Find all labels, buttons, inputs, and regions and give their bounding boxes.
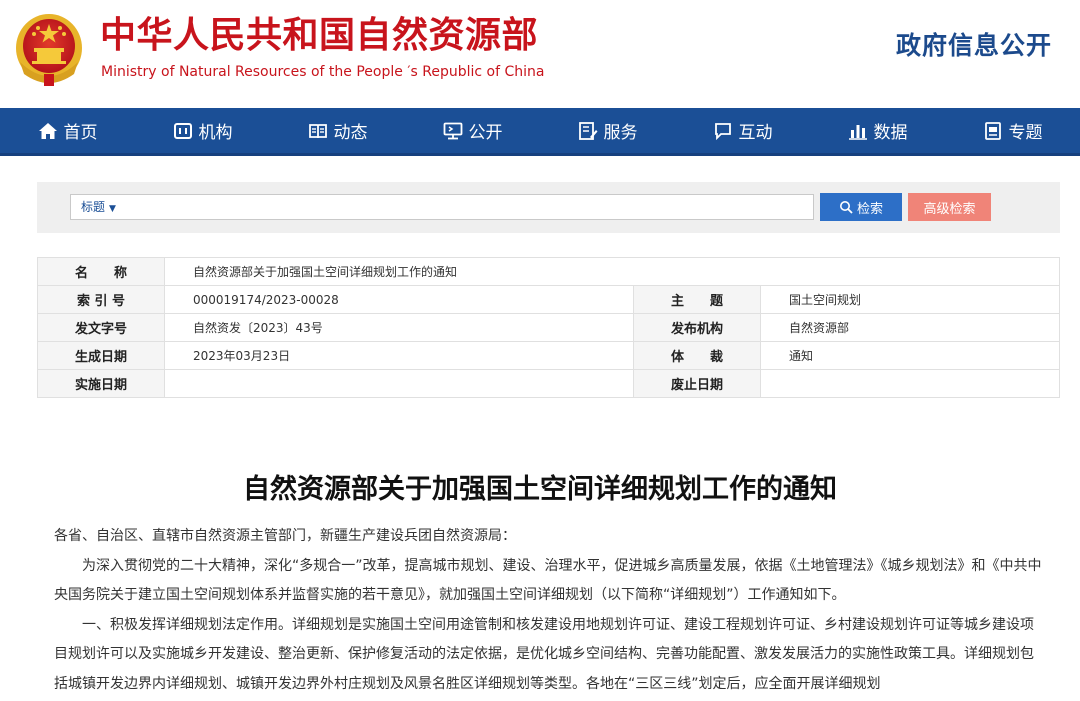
effective-value [164, 369, 634, 398]
nav-label: 服务 [603, 123, 638, 143]
index-label: 索 引 号 [37, 285, 165, 314]
search-button-label: 检索 [856, 201, 883, 217]
date-label: 生成日期 [37, 341, 165, 370]
nav-item-services[interactable]: 服务 [540, 108, 675, 153]
issuer-value: 自然资源部 [760, 313, 1060, 342]
topic-value: 国土空间规划 [760, 285, 1060, 314]
doc-no-label: 发文字号 [37, 313, 165, 342]
bar-chart-icon [848, 124, 867, 140]
nav-label: 首页 [63, 123, 98, 143]
search-box: 标题 ▼ [70, 194, 814, 220]
site-title-en: Ministry of Natural Resources of the Peo… [101, 64, 545, 80]
table-row: 实施日期 废止日期 [37, 369, 1060, 398]
search-button[interactable]: 检索 [820, 193, 902, 221]
edit-icon [578, 121, 597, 140]
search-icon [839, 201, 853, 214]
article-body: 各省、自治区、直辖市自然资源主管部门，新疆生产建设兵团自然资源局： 为深入贯彻党… [54, 522, 1044, 699]
article-salutation: 各省、自治区、直辖市自然资源主管部门，新疆生产建设兵团自然资源局： [54, 528, 516, 544]
nav-label: 专题 [1008, 123, 1043, 143]
index-value: 000019174/2023-00028 [164, 285, 634, 314]
nav-item-organization[interactable]: 机构 [135, 108, 270, 153]
nav-item-disclosure[interactable]: 公开 [405, 108, 540, 153]
gov-info-title[interactable]: 政府信息公开 [896, 26, 1052, 62]
name-value: 自然资源部关于加强国土空间详细规划工作的通知 [164, 257, 1060, 286]
nav-item-news[interactable]: 动态 [270, 108, 405, 153]
advanced-search-button[interactable]: 高级检索 [908, 193, 991, 221]
name-label: 名 称 [37, 257, 165, 286]
book-icon [308, 123, 327, 138]
site-title-cn: 中华人民共和国自然资源部 [100, 15, 539, 56]
issuer-label: 发布机构 [633, 313, 761, 342]
nav-item-interaction[interactable]: 互动 [675, 108, 810, 153]
repeal-label: 废止日期 [633, 369, 761, 398]
search-bar: 标题 ▼ 检索 高级检索 [37, 182, 1060, 233]
repeal-value [760, 369, 1060, 398]
genre-label: 体 裁 [633, 341, 761, 370]
national-emblem-icon [16, 14, 82, 86]
genre-value: 通知 [760, 341, 1060, 370]
topic-label: 主 题 [633, 285, 761, 314]
table-row: 生成日期 2023年03月23日 体 裁 通知 [37, 341, 1060, 370]
home-icon [38, 122, 57, 139]
building-icon [173, 122, 192, 139]
effective-label: 实施日期 [37, 369, 165, 398]
doc-no-value: 自然资发〔2023〕43号 [164, 313, 634, 342]
nav-item-data[interactable]: 数据 [810, 108, 945, 153]
monitor-icon [443, 122, 462, 139]
nav-label: 动态 [333, 123, 368, 143]
site-header: 中华人民共和国自然资源部 Ministry of Natural Resourc… [0, 0, 1080, 108]
document-metadata-table: 名 称 自然资源部关于加强国土空间详细规划工作的通知 索 引 号 0000191… [37, 257, 1060, 398]
nav-item-topics[interactable]: 专题 [945, 108, 1080, 153]
article-title: 自然资源部关于加强国土空间详细规划工作的通知 [243, 474, 837, 505]
table-row: 发文字号 自然资发〔2023〕43号 发布机构 自然资源部 [37, 313, 1060, 342]
main-nav: 首页 机构 动态 公开 服务 互动 数据 专题 [0, 108, 1080, 156]
article-paragraph: 一、积极发挥详细规划法定作用。详细规划是实施国土空间用途管制和核发建设用地规划许… [54, 616, 1034, 692]
search-input[interactable] [135, 196, 809, 220]
chat-icon [714, 122, 731, 140]
table-row: 名 称 自然资源部关于加强国土空间详细规划工作的通知 [37, 257, 1060, 286]
table-row: 索 引 号 000019174/2023-00028 主 题 国土空间规划 [37, 285, 1060, 314]
search-field-select[interactable]: 标题 ▼ [81, 195, 116, 219]
search-field-selected: 标题 [81, 200, 106, 214]
document-icon [984, 121, 1001, 140]
nav-item-home[interactable]: 首页 [0, 108, 135, 153]
article-paragraph: 为深入贯彻党的二十大精神，深化“多规合一”改革，提高城市规划、建设、治理水平，促… [54, 557, 1042, 604]
nav-label: 数据 [873, 123, 908, 143]
nav-label: 机构 [198, 123, 233, 143]
nav-label: 互动 [738, 123, 773, 143]
date-value: 2023年03月23日 [164, 341, 634, 370]
caret-down-icon: ▼ [109, 204, 116, 214]
nav-label: 公开 [468, 123, 503, 143]
